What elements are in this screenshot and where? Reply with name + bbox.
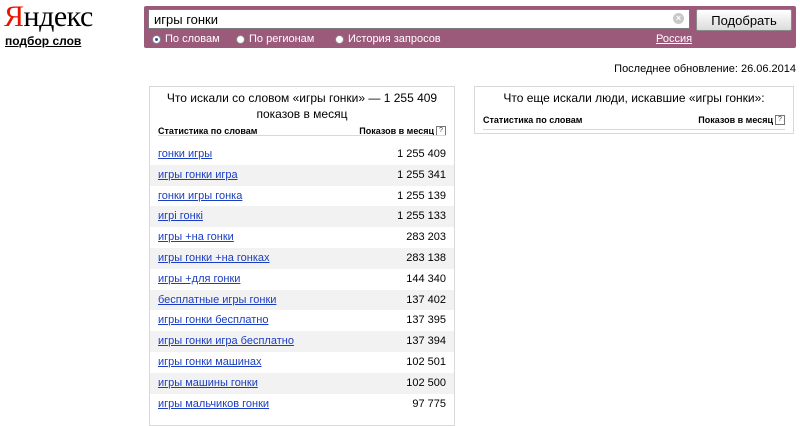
mode-label: История запросов: [348, 33, 441, 45]
keyword-link[interactable]: игры гонки игра бесплатно: [158, 335, 294, 347]
last-updated: Последнее обновление: 26.06.2014: [614, 63, 796, 75]
keyword-link[interactable]: игры +для гонки: [158, 273, 240, 285]
table-row: игры +на гонки 283 203: [150, 227, 454, 248]
search-submit-button[interactable]: Подобрать: [696, 9, 792, 31]
table-row: бесплатные игры гонки 137 402: [150, 289, 454, 311]
impressions-count: 102 500: [406, 376, 446, 389]
table-header: Статистика по словам Показов в месяц?: [150, 122, 454, 142]
table-row: игры гонки машинах 102 501: [150, 352, 454, 373]
related-searches-panel: Что еще искали люди, искавшие «игры гонк…: [474, 86, 794, 134]
keyword-link[interactable]: гонки игры: [158, 148, 212, 160]
keyword-link[interactable]: гонки игры гонка: [158, 190, 242, 202]
table-row: игры гонки бесплатно 137 395: [150, 310, 454, 331]
radio-selected-icon[interactable]: [152, 34, 161, 44]
impressions-count: 137 394: [406, 335, 446, 348]
mode-by-words[interactable]: По словам: [152, 33, 220, 45]
col-keyword-header: Статистика по словам: [483, 115, 583, 125]
logo-first-letter: Я: [4, 0, 24, 33]
keyword-link[interactable]: игры гонки бесплатно: [158, 314, 269, 326]
keyword-link[interactable]: игры машины гонки: [158, 377, 258, 389]
keyword-link[interactable]: игры +на гонки: [158, 231, 234, 243]
table-row: гонки игры гонка 1 255 139: [150, 186, 454, 207]
impressions-count: 283 203: [406, 231, 446, 244]
region-link[interactable]: Россия: [656, 33, 692, 45]
table-header: Статистика по словам Показов в месяц?: [475, 111, 793, 131]
help-icon[interactable]: ?: [775, 115, 785, 125]
impressions-count: 144 340: [406, 272, 446, 285]
col-count-label: Показов в месяц: [698, 115, 773, 125]
table-row: игры машины гонки 102 500: [150, 372, 454, 394]
header-divider: [158, 135, 446, 136]
wordstat-home-link[interactable]: подбор слов: [5, 34, 93, 48]
keyword-link[interactable]: бесплатные игры гонки: [158, 294, 276, 306]
impressions-count: 102 501: [406, 355, 446, 368]
impressions-count: 137 402: [406, 293, 446, 306]
radio-icon[interactable]: [236, 34, 245, 44]
table-row: гонки игры 1 255 409: [150, 144, 454, 165]
clear-icon[interactable]: ×: [673, 13, 684, 24]
mode-by-regions[interactable]: По регионам: [236, 33, 314, 45]
impressions-count: 1 255 133: [397, 210, 446, 223]
col-count-header: Показов в месяц?: [698, 115, 785, 125]
table-row: игры +для гонки 144 340: [150, 269, 454, 290]
impressions-count: 283 138: [406, 251, 446, 264]
keyword-list: гонки игры 1 255 409 игры гонки игра 1 255…: [150, 144, 454, 414]
search-field-wrap: ×: [148, 9, 690, 29]
table-row: игры мальчиков гонки 97 775: [150, 394, 454, 415]
keyword-link[interactable]: игры мальчиков гонки: [158, 398, 269, 410]
impressions-count: 1 255 139: [397, 189, 446, 202]
logo-wordmark: Яндекс: [4, 2, 93, 32]
impressions-count: 1 255 341: [397, 168, 446, 181]
search-input[interactable]: [149, 10, 674, 28]
keyword-link[interactable]: игры гонки +на гонках: [158, 252, 270, 264]
table-row: игрі гонкі 1 255 133: [150, 206, 454, 228]
table-row: игры гонки игра 1 255 341: [150, 164, 454, 186]
panel-title: Что еще искали люди, искавшие «игры гонк…: [503, 91, 765, 105]
keyword-link[interactable]: игры гонки игра: [158, 169, 238, 181]
logo-rest: ндекс: [23, 0, 94, 33]
mode-label: По регионам: [249, 33, 315, 45]
keyword-link[interactable]: игрі гонкі: [158, 210, 203, 222]
impressions-count: 137 395: [406, 314, 446, 327]
radio-icon[interactable]: [335, 34, 344, 44]
mode-label: По словам: [165, 33, 220, 45]
keyword-stats-panel: Что искали со словом «игры гонки» — 1 25…: [149, 86, 455, 426]
keyword-link[interactable]: игры гонки машинах: [158, 356, 262, 368]
header-divider: [483, 129, 785, 130]
table-row: игры гонки +на гонках 283 138: [150, 247, 454, 269]
table-row: игры гонки игра бесплатно 137 394: [150, 331, 454, 352]
mode-history[interactable]: История запросов: [335, 33, 441, 45]
impressions-count: 1 255 409: [397, 148, 446, 160]
search-bar: × Подобрать По словам По регионам Истори…: [144, 6, 796, 48]
panel-title: Что искали со словом «игры гонки» — 1 25…: [166, 91, 438, 121]
yandex-logo[interactable]: Яндекс подбор слов: [4, 2, 93, 49]
impressions-count: 97 775: [412, 397, 446, 410]
